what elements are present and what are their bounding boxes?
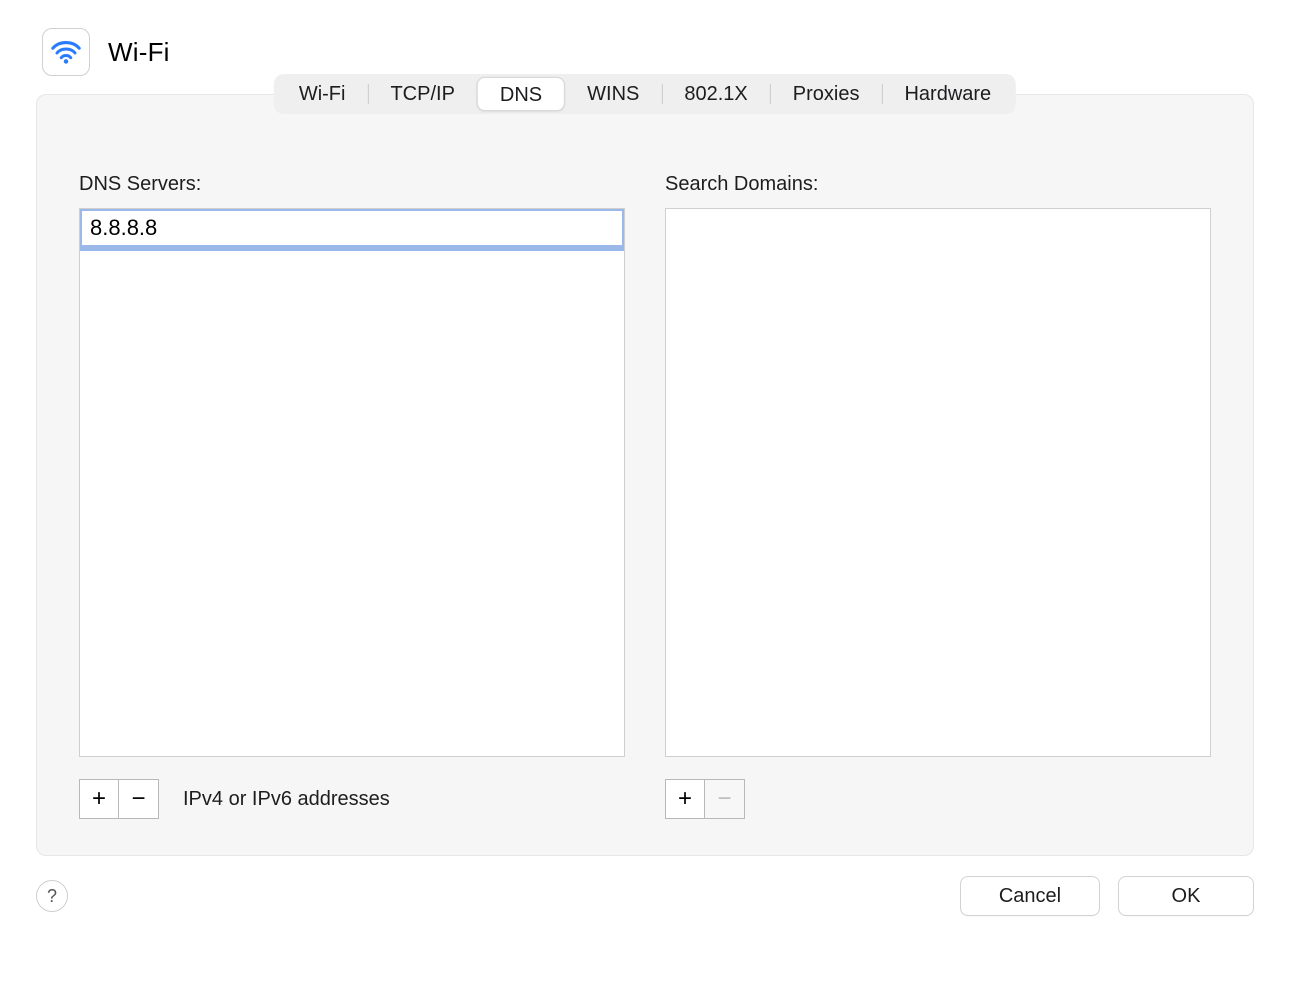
- tab-8021x[interactable]: 802.1X: [662, 77, 769, 111]
- search-domains-column: Search Domains: + −: [665, 173, 1211, 819]
- dns-server-row-editing: [79, 208, 625, 251]
- help-icon: ?: [47, 886, 57, 907]
- tab-proxies[interactable]: Proxies: [771, 77, 882, 111]
- network-settings-window: Wi-Fi Wi-Fi TCP/IP DNS WINS 802.1X Proxi…: [0, 0, 1290, 998]
- tab-hardware[interactable]: Hardware: [882, 77, 1013, 111]
- minus-icon: −: [717, 785, 731, 813]
- dns-panel: DNS Servers: + − IPv4 or IPv6 addresses …: [36, 94, 1254, 856]
- page-title: Wi-Fi: [108, 37, 170, 68]
- header: Wi-Fi: [36, 28, 1254, 76]
- add-search-domain-button[interactable]: +: [665, 779, 705, 819]
- tab-wins[interactable]: WINS: [565, 77, 661, 111]
- minus-icon: −: [131, 785, 145, 813]
- remove-search-domain-button[interactable]: −: [705, 779, 745, 819]
- dns-servers-column: DNS Servers: + − IPv4 or IPv6 addresses: [79, 173, 625, 819]
- dns-servers-list[interactable]: [79, 208, 625, 757]
- footer: ? Cancel OK: [36, 876, 1254, 916]
- remove-dns-server-button[interactable]: −: [119, 779, 159, 819]
- plus-icon: +: [92, 785, 106, 813]
- tab-bar: Wi-Fi TCP/IP DNS WINS 802.1X Proxies Har…: [274, 74, 1016, 114]
- search-domains-list[interactable]: [665, 208, 1211, 757]
- tab-tcpip[interactable]: TCP/IP: [368, 77, 476, 111]
- dns-server-input[interactable]: [82, 211, 622, 245]
- ok-button[interactable]: OK: [1118, 876, 1254, 916]
- wifi-icon: [42, 28, 90, 76]
- help-button[interactable]: ?: [36, 880, 68, 912]
- search-domains-label: Search Domains:: [665, 173, 1211, 196]
- tab-dns[interactable]: DNS: [477, 77, 565, 111]
- add-dns-server-button[interactable]: +: [79, 779, 119, 819]
- cancel-button[interactable]: Cancel: [960, 876, 1100, 916]
- dns-servers-label: DNS Servers:: [79, 173, 625, 196]
- plus-icon: +: [678, 785, 692, 813]
- dns-hint-text: IPv4 or IPv6 addresses: [183, 788, 390, 811]
- tab-wifi[interactable]: Wi-Fi: [277, 77, 368, 111]
